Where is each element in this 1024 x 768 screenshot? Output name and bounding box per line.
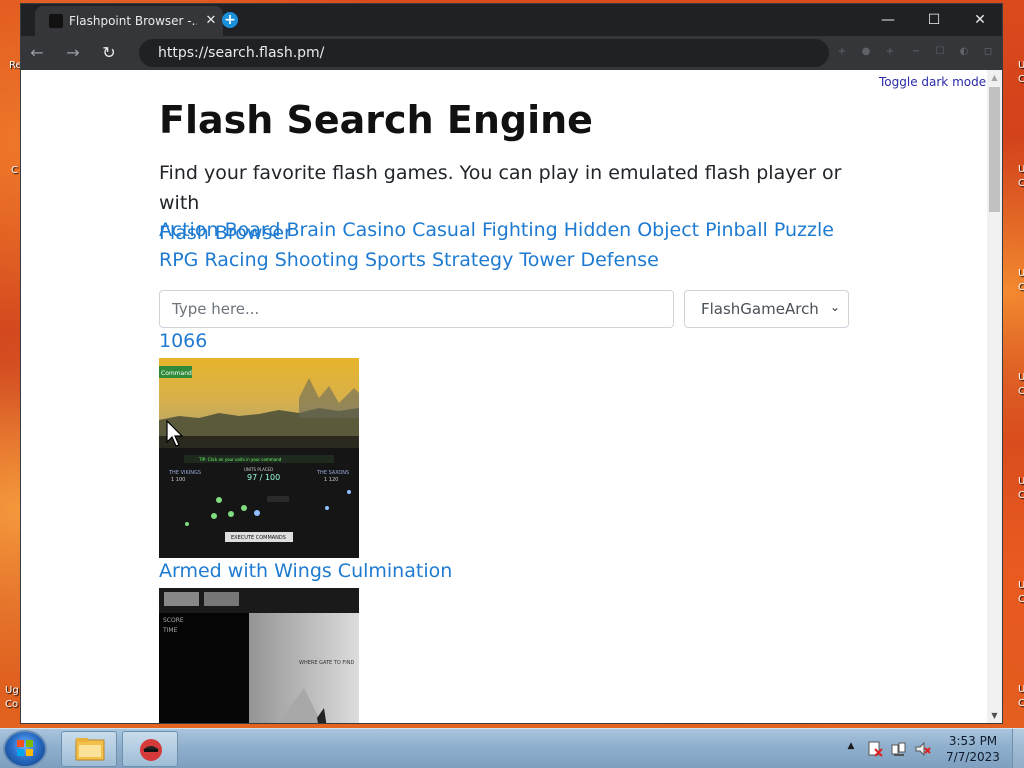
desktop-icon-label[interactable]: C — [1018, 490, 1024, 502]
close-window-button[interactable]: ✕ — [957, 4, 1003, 36]
desktop-icon-label[interactable]: U — [1018, 60, 1024, 72]
category-link-hidden-object[interactable]: Hidden Object — [564, 219, 699, 241]
scrollbar-thumb[interactable] — [989, 87, 1000, 212]
category-link-pinball[interactable]: Pinball — [705, 219, 768, 241]
desktop-icon-label[interactable]: C — [1018, 178, 1024, 190]
game-thumbnail[interactable]: Command TIP: Click on your units in your… — [159, 358, 359, 558]
thumb-text: 1 120 — [324, 477, 338, 483]
category-link-rpg[interactable]: RPG — [159, 249, 198, 271]
show-hidden-icons-button[interactable]: ▲ — [845, 741, 857, 755]
category-link-action[interactable]: Action — [159, 219, 219, 241]
taskbar: ▲ 3:53 PM 7/7/2023 — [0, 728, 1024, 768]
desktop-icon-label[interactable]: C — [1018, 74, 1024, 86]
forward-arrow-icon[interactable]: → — [61, 41, 85, 65]
intro-text: Find your favorite flash games. You can … — [159, 162, 842, 214]
taskbar-flashpoint[interactable] — [122, 731, 178, 767]
desktop-icon-label[interactable]: C — [1018, 386, 1024, 398]
source-select[interactable]: FlashGameArchive ⌄ — [684, 290, 849, 328]
category-link-casino[interactable]: Casino — [342, 219, 406, 241]
category-link-puzzle[interactable]: Puzzle — [774, 219, 834, 241]
thumb-text: WHERE GATE TO FIND — [299, 660, 354, 666]
browser-toolbar: ← → ↻ https://search.flash.pm/ + ● + − ☐… — [21, 36, 1002, 70]
thumb-text: TIP: Click on your units in your command — [198, 457, 282, 462]
vertical-scrollbar[interactable]: ▲ ▼ — [987, 70, 1002, 723]
game-thumbnail[interactable]: SCORE TIME WHERE GATE TO FIND — [159, 588, 359, 723]
minimize-button[interactable]: — — [865, 4, 911, 36]
address-bar[interactable]: https://search.flash.pm/ — [139, 39, 829, 67]
window-icon[interactable]: ☐ — [933, 45, 947, 59]
back-arrow-icon[interactable]: ← — [25, 41, 49, 65]
category-link-board[interactable]: Board — [225, 219, 281, 241]
address-url[interactable]: https://search.flash.pm/ — [158, 45, 324, 61]
desktop-icon-label[interactable]: U — [1018, 476, 1024, 488]
desktop-icon-label[interactable]: C — [1018, 698, 1024, 710]
desktop-icon-label[interactable]: U — [1018, 164, 1024, 176]
desktop-icon-label[interactable]: U — [1018, 372, 1024, 384]
menu-icon[interactable]: ◻ — [981, 45, 995, 59]
desktop-icon-label[interactable]: U — [1018, 268, 1024, 280]
category-link-fighting[interactable]: Fighting — [482, 219, 558, 241]
thumb-text: Command — [161, 370, 192, 377]
maximize-button[interactable]: ☐ — [911, 4, 957, 36]
chevron-down-icon: ⌄ — [829, 300, 840, 314]
windows-logo-icon — [17, 740, 33, 756]
category-link-strategy[interactable]: Strategy — [432, 249, 513, 271]
thumb-text: 1 100 — [171, 477, 185, 483]
category-link-brain[interactable]: Brain — [286, 219, 336, 241]
flashpoint-app-icon — [140, 739, 162, 761]
action-center-icon[interactable] — [866, 740, 884, 758]
category-links: Action Board Brain Casino Casual Fightin… — [159, 215, 849, 275]
browser-window: Flashpoint Browser -... ✕ + — ☐ ✕ ← → ↻ … — [20, 3, 1003, 724]
page-viewport: Toggle dark mode Flash Search Engine Fin… — [21, 70, 987, 723]
game-title-link[interactable]: Armed with Wings Culmination — [159, 560, 452, 582]
clock-date: 7/7/2023 — [946, 750, 1000, 764]
category-link-casual[interactable]: Casual — [412, 219, 476, 241]
toggle-dark-mode-link[interactable]: Toggle dark mode — [879, 75, 986, 89]
search-input[interactable] — [159, 290, 674, 328]
page-title: Flash Search Engine — [159, 98, 593, 142]
flashpoint-favicon-icon — [49, 14, 63, 28]
thumb-text: EXECUTE COMMANDS — [231, 535, 286, 541]
game-title-link[interactable]: 1066 — [159, 330, 207, 352]
category-link-racing[interactable]: Racing — [204, 249, 268, 271]
desktop-icon-label[interactable]: U — [1018, 684, 1024, 696]
new-tab-icon[interactable]: + — [222, 12, 238, 28]
volume-muted-icon[interactable] — [914, 740, 932, 758]
category-link-tower-defense[interactable]: Tower Defense — [519, 249, 658, 271]
thumb-text: UNITS PLACED — [244, 467, 273, 472]
tab-title: Flashpoint Browser -... — [69, 14, 197, 28]
category-link-shooting[interactable]: Shooting — [275, 249, 359, 271]
thumb-text: 97 / 100 — [247, 473, 280, 482]
title-bar: Flashpoint Browser -... ✕ + — ☐ ✕ — [21, 4, 1002, 36]
thumb-text: TIME — [162, 627, 178, 634]
folder-icon — [75, 738, 105, 761]
taskbar-file-explorer[interactable] — [61, 731, 117, 767]
show-desktop-button[interactable] — [1012, 729, 1024, 768]
mouse-cursor-icon — [166, 419, 186, 450]
theme-icon[interactable]: ◐ — [957, 45, 971, 59]
desktop-icon-label[interactable]: C — [1018, 282, 1024, 294]
game-thumbnail-image: Command TIP: Click on your units in your… — [159, 358, 359, 558]
thumb-text: SCORE — [163, 617, 184, 624]
zoom-in-icon[interactable]: + — [835, 45, 849, 59]
add-icon[interactable]: + — [883, 45, 897, 59]
thumb-text: THE VIKINGS — [168, 470, 201, 476]
home-icon[interactable]: ● — [859, 45, 873, 59]
desktop-icon-label[interactable]: U — [1018, 580, 1024, 592]
category-link-sports[interactable]: Sports — [365, 249, 426, 271]
scroll-up-arrow-icon[interactable]: ▲ — [987, 70, 1002, 85]
thumb-text: THE SAXONS — [316, 470, 349, 476]
desktop-icon-label[interactable]: C — [1018, 594, 1024, 606]
clock-time: 3:53 PM — [948, 734, 998, 748]
taskbar-clock[interactable]: 3:53 PM 7/7/2023 — [938, 733, 1008, 765]
tab-close-icon[interactable]: ✕ — [203, 13, 219, 29]
game-thumbnail-image: SCORE TIME WHERE GATE TO FIND — [159, 588, 359, 723]
network-icon[interactable] — [890, 740, 908, 758]
source-select-value: FlashGameArchive — [701, 300, 819, 318]
tab-flashpoint-browser[interactable]: Flashpoint Browser -... ✕ — [35, 6, 223, 36]
zoom-out-icon[interactable]: − — [909, 45, 923, 59]
scroll-down-arrow-icon[interactable]: ▼ — [987, 708, 1002, 723]
windows-start-button[interactable] — [3, 730, 47, 768]
refresh-icon[interactable]: ↻ — [97, 41, 121, 65]
